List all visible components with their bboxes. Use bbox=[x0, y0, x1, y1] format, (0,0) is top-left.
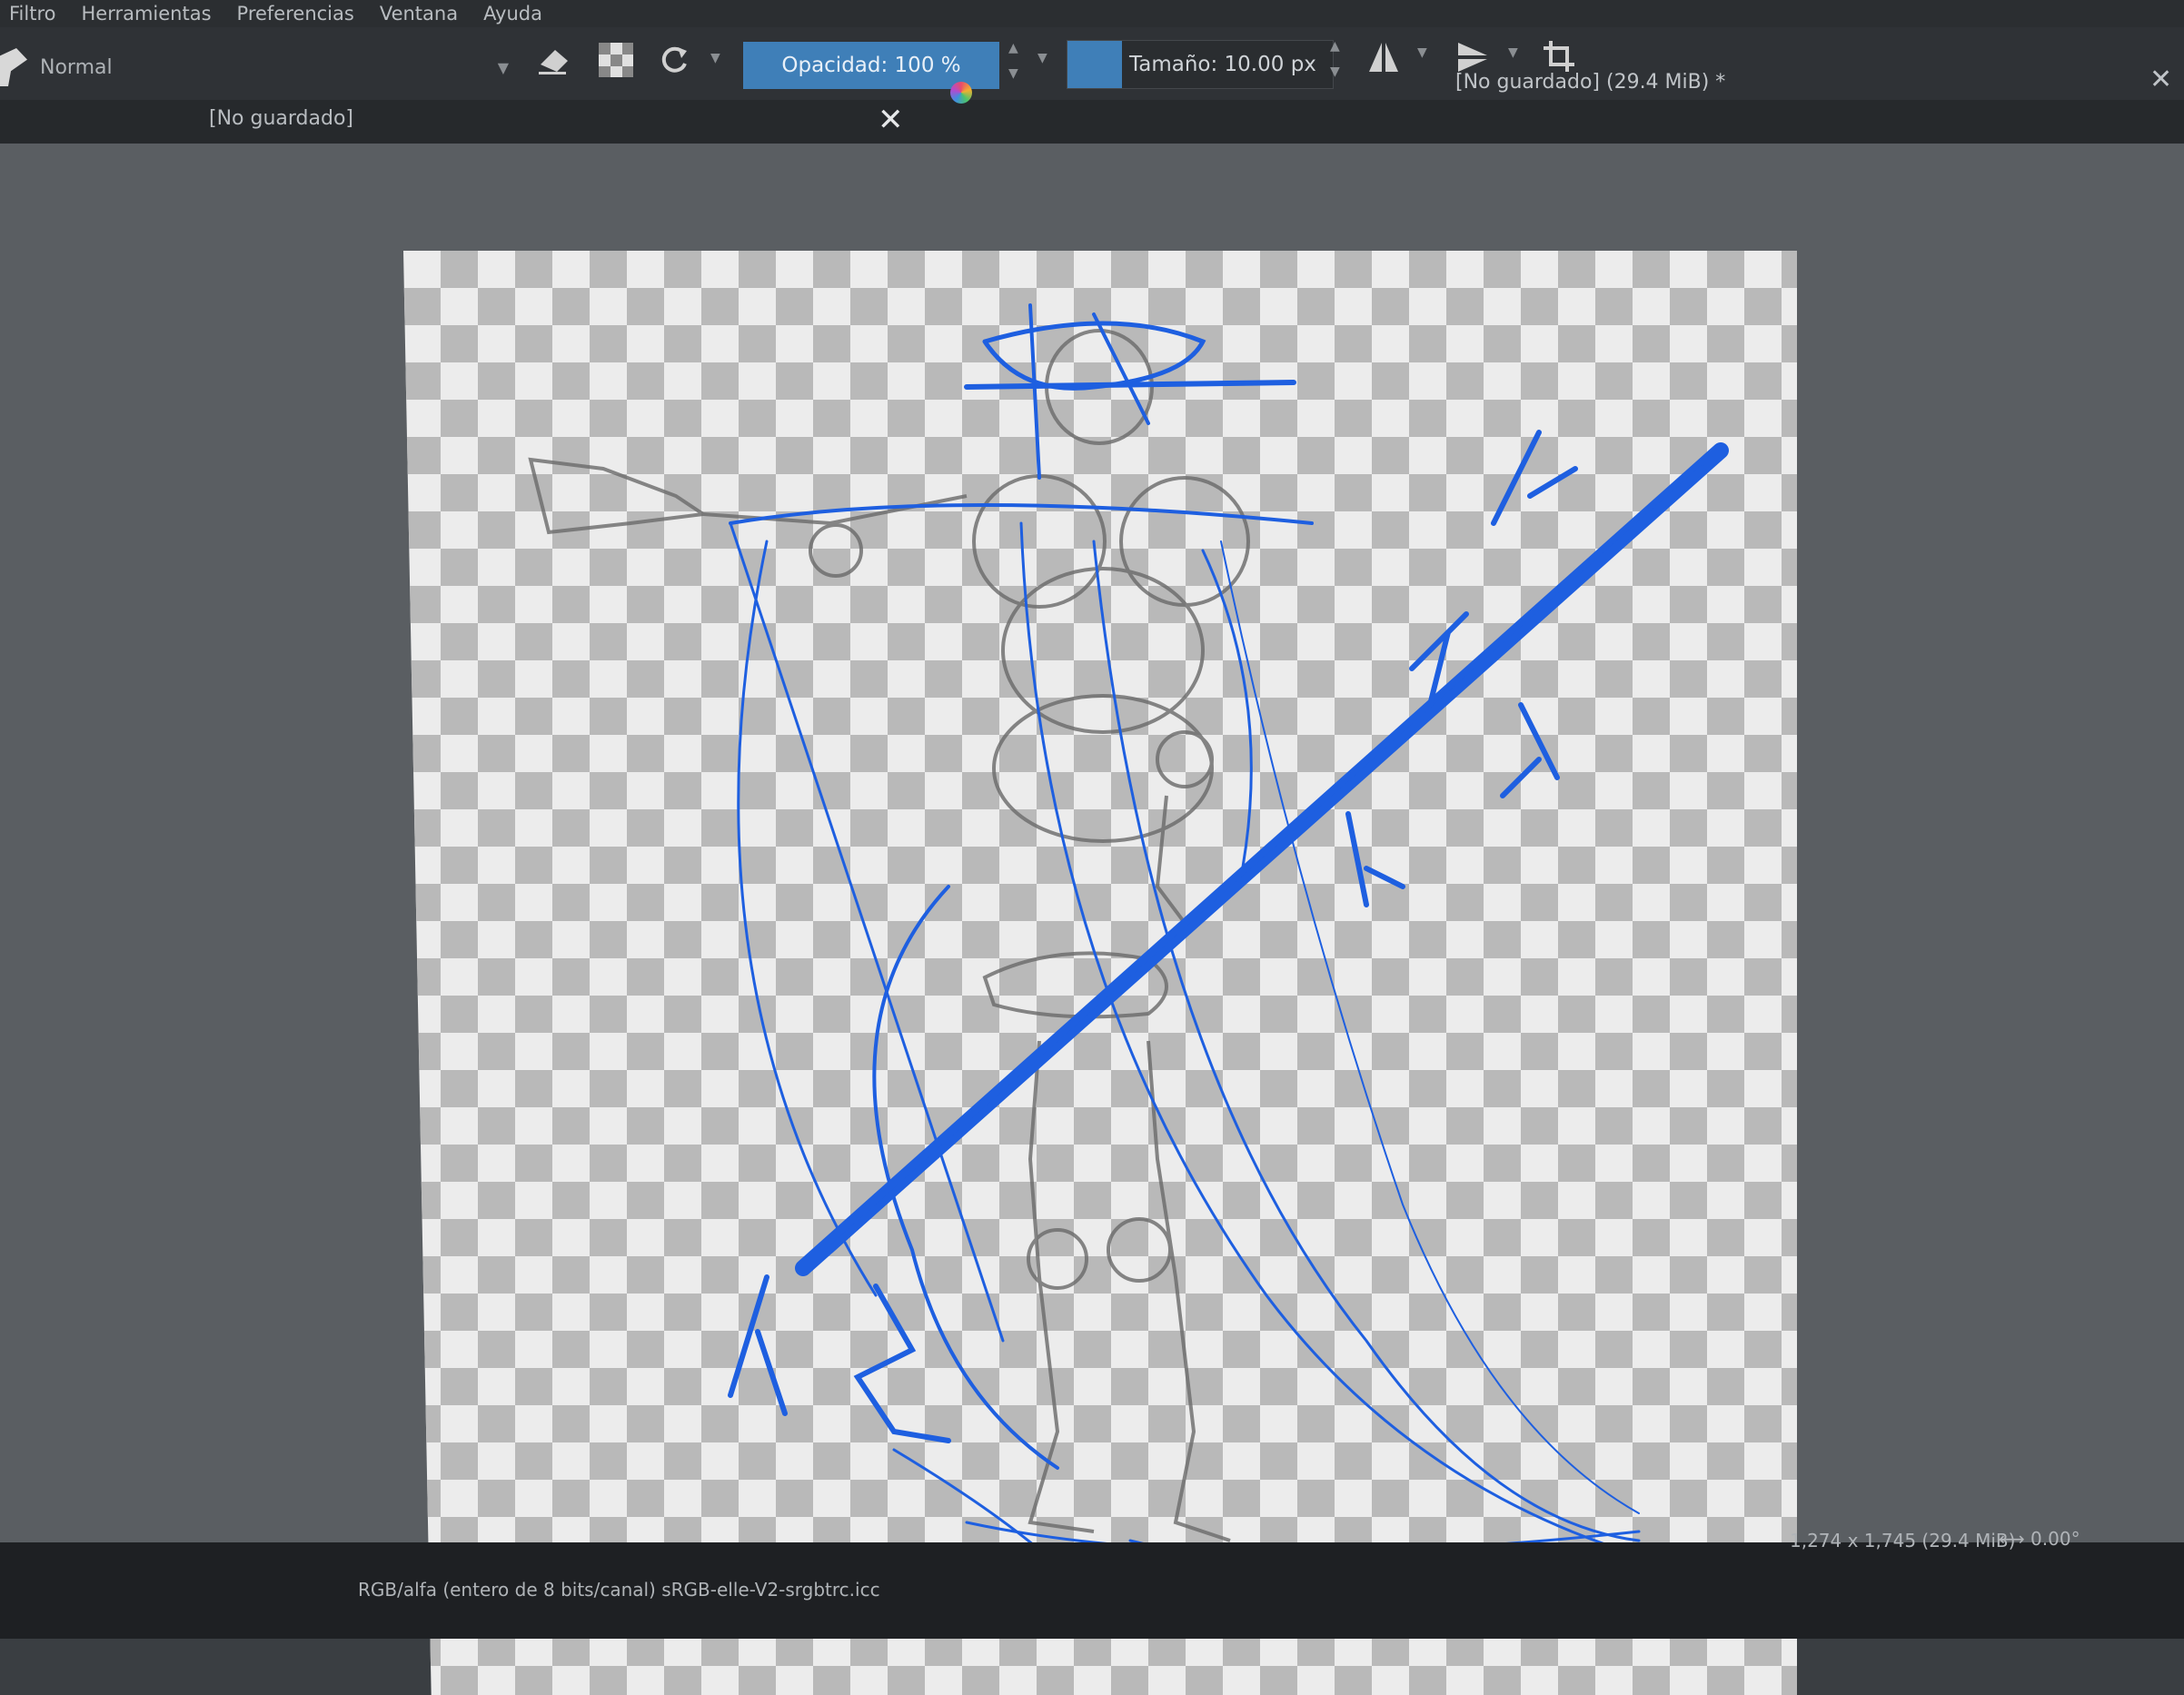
alpha-lock-icon[interactable] bbox=[596, 40, 636, 80]
size-slider-label: Tamaño: 10.00 px bbox=[1129, 53, 1316, 76]
menu-help[interactable]: Ayuda bbox=[483, 3, 542, 25]
chevron-down-icon: ▼ bbox=[497, 58, 509, 76]
size-slider-fill bbox=[1067, 41, 1122, 88]
close-icon[interactable]: ✕ bbox=[2149, 64, 2172, 95]
color-profile-label: RGB/alfa (entero de 8 bits/canal) sRGB-e… bbox=[358, 1579, 880, 1601]
chevron-down-icon[interactable]: ▼ bbox=[710, 51, 720, 65]
rotation-value[interactable]: ⟷ 0.00° bbox=[1999, 1528, 2080, 1550]
menu-filter[interactable]: Filtro bbox=[9, 3, 55, 25]
sketch-drawing bbox=[528, 303, 1729, 1571]
menu-bar: Filtro Herramientas Preferencias Ventana… bbox=[0, 0, 2184, 27]
status-bar: RGB/alfa (entero de 8 bits/canal) sRGB-e… bbox=[0, 1528, 2184, 1639]
tab-document[interactable]: [No guardado] bbox=[209, 107, 353, 130]
rotate-icon: ⟷ bbox=[1999, 1528, 2031, 1550]
brush-icon bbox=[0, 48, 27, 86]
tool-options-bar: Normal ▼ ▼ Opacidad: 100 % ▲ ▼ ▼ Tamaño:… bbox=[0, 27, 2184, 100]
blend-mode-value: Normal bbox=[40, 55, 113, 79]
size-spin-up[interactable]: ▲ bbox=[1330, 40, 1340, 53]
document-title: [No guardado] (29.4 MiB) * bbox=[1455, 71, 1726, 94]
eraser-icon[interactable] bbox=[534, 40, 574, 80]
menu-tools[interactable]: Herramientas bbox=[81, 3, 211, 25]
opacity-spin-up[interactable]: ▲ bbox=[1008, 42, 1018, 55]
workspace bbox=[0, 144, 2184, 1695]
opacity-spin-down[interactable]: ▼ bbox=[1008, 67, 1018, 80]
size-spin-down[interactable]: ▼ bbox=[1330, 65, 1340, 78]
blue-staff bbox=[728, 430, 1729, 1443]
document-tab-bar: [No guardado] ✕ bbox=[0, 100, 2184, 144]
mirror-horizontal-icon[interactable] bbox=[1363, 36, 1405, 78]
rotation-angle: 0.00° bbox=[2030, 1528, 2080, 1550]
size-slider[interactable]: Tamaño: 10.00 px bbox=[1067, 40, 1334, 89]
canvas[interactable] bbox=[403, 251, 1797, 1695]
chevron-down-icon[interactable]: ▼ bbox=[1417, 45, 1427, 60]
menu-preferences[interactable]: Preferencias bbox=[237, 3, 354, 25]
image-dimensions: 1,274 x 1,745 (29.4 MiB) bbox=[1790, 1530, 2016, 1551]
chevron-down-icon[interactable]: ▼ bbox=[1037, 51, 1047, 65]
reload-preset-icon[interactable] bbox=[654, 40, 694, 80]
chevron-down-icon[interactable]: ▼ bbox=[1508, 45, 1518, 60]
color-selector-icon[interactable] bbox=[950, 82, 972, 104]
blend-mode-select[interactable]: Normal ▼ bbox=[0, 47, 518, 87]
menu-window[interactable]: Ventana bbox=[380, 3, 458, 25]
canvas-area[interactable] bbox=[403, 251, 1797, 1695]
close-icon[interactable]: ✕ bbox=[878, 102, 904, 138]
